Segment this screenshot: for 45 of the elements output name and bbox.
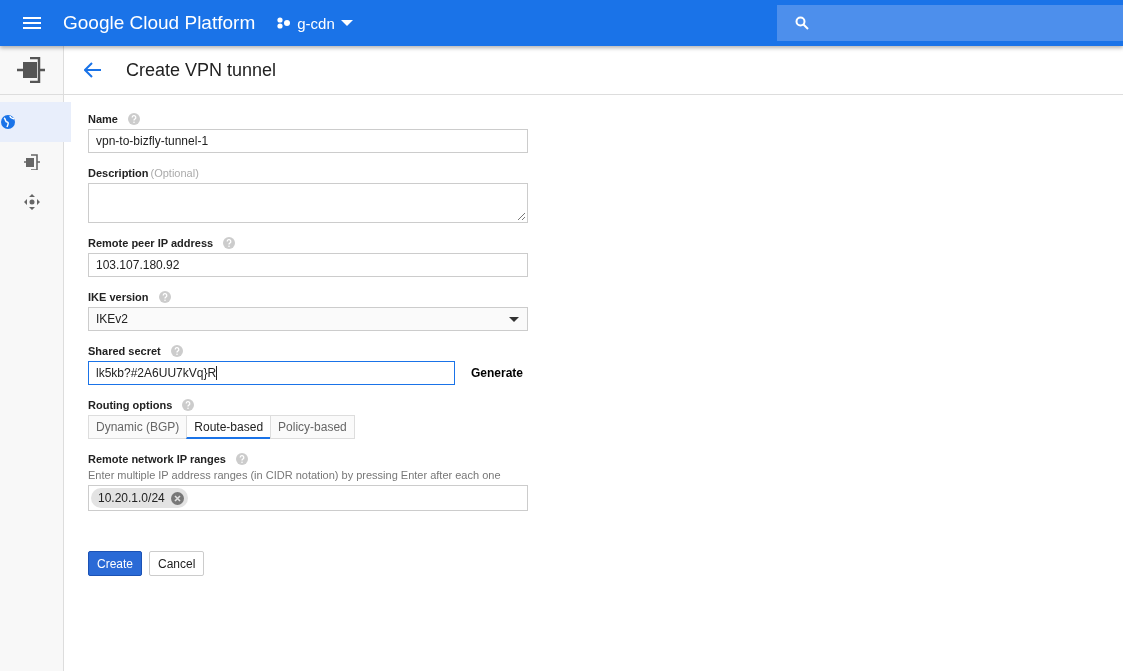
field-hint: Enter multiple IP address ranges (in CIDR notation) by pressing Enter after each one [88, 469, 502, 481]
field-label: Remote network IP ranges [88, 453, 226, 465]
select-field[interactable]: IKEv2 [88, 307, 528, 331]
text-field[interactable]: vpn-to-bizfly-tunnel-1 [88, 129, 528, 153]
routing-option[interactable]: Dynamic (BGP) [88, 415, 188, 439]
search-icon [795, 16, 809, 30]
field-label: Routing options [88, 399, 173, 411]
dropdown-caret-icon [509, 316, 519, 322]
gateway-icon [16, 57, 47, 83]
text-field[interactable]: 103.107.180.92 [88, 253, 528, 277]
gateway-icon [23, 154, 40, 170]
project-selector[interactable]: g-cdn [277, 14, 353, 32]
routing-option[interactable]: Route-based [186, 415, 272, 439]
help-icon[interactable] [235, 453, 248, 465]
page-title: Create VPN tunnel [126, 59, 277, 81]
help-icon[interactable] [182, 399, 195, 411]
field-label: Shared secret [88, 345, 161, 357]
search-field[interactable] [777, 5, 1123, 41]
menu-icon[interactable] [23, 17, 41, 29]
help-icon[interactable] [127, 113, 140, 125]
crossroads-icon [23, 194, 40, 210]
field-label: IKE version [88, 291, 149, 303]
back-arrow-icon[interactable] [84, 62, 102, 78]
product-title[interactable]: Google Cloud Platform [63, 12, 256, 34]
description-field[interactable] [88, 183, 528, 223]
routing-option[interactable]: Policy-based [270, 415, 355, 439]
generate-button[interactable]: Generate [471, 366, 524, 380]
help-icon[interactable] [158, 291, 171, 303]
ip-range-chip: 10.20.1.0/24 [91, 488, 188, 508]
field-label: Name [88, 113, 118, 125]
cancel-button[interactable]: Cancel [149, 551, 205, 576]
caret-icon [340, 20, 353, 26]
field-label: Remote peer IP address [88, 237, 214, 249]
globe-icon [0, 114, 16, 130]
remove-icon[interactable] [170, 491, 184, 505]
help-icon[interactable] [223, 237, 236, 249]
sidebar-item[interactable] [0, 102, 71, 142]
optional-note: (Optional) [150, 167, 199, 179]
secret-field[interactable]: lk5kb?#2A6UU7kVq}R [88, 361, 455, 385]
field-label: Description [88, 167, 149, 179]
resize-handle-icon[interactable] [517, 212, 525, 220]
ip-ranges-field[interactable]: 10.20.1.0/24 [88, 485, 528, 511]
help-icon[interactable] [170, 345, 183, 357]
create-button[interactable]: Create [88, 551, 143, 576]
project-icon [277, 17, 292, 29]
